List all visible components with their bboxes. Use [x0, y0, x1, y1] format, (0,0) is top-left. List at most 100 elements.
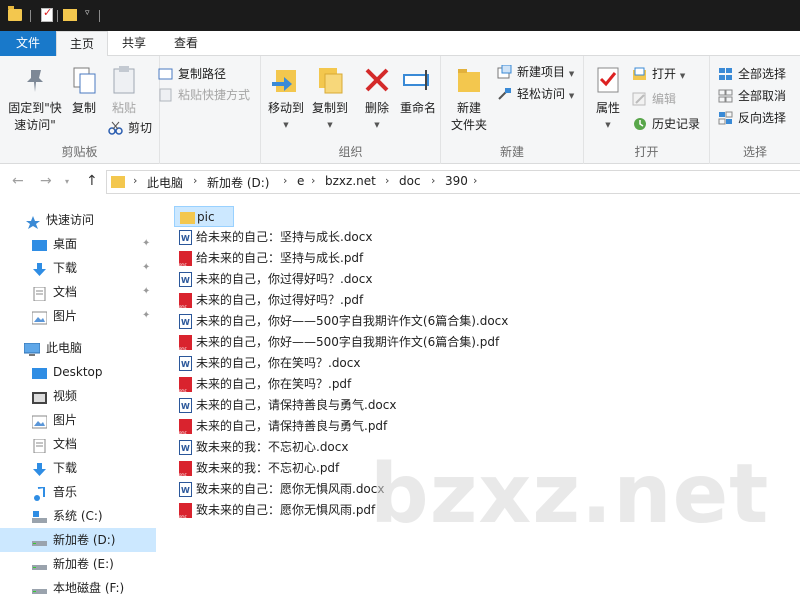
- select-all-icon: [718, 67, 733, 81]
- breadcrumb-separator-icon[interactable]: ›: [385, 174, 389, 187]
- pin-quick-access-button[interactable]: 固定到"快速访问": [4, 64, 66, 134]
- drive-icon: [32, 533, 47, 547]
- new-item-button[interactable]: 新建项目 ▼: [497, 62, 574, 82]
- nav-item-music[interactable]: 音乐: [0, 480, 156, 504]
- tab-home[interactable]: 主页: [56, 31, 108, 57]
- tab-file[interactable]: 文件: [0, 31, 56, 56]
- pin-icon: [19, 64, 51, 96]
- copy-to-label: 复制到: [311, 101, 348, 115]
- word-document-icon: [179, 480, 192, 501]
- toolbar-divider: [30, 10, 31, 22]
- copy-to-button[interactable]: 复制到 ▼: [309, 64, 351, 134]
- navigation-pane: 快速访问 桌面 ✦ 下载 ✦ 文档 ✦ 图片 ✦ 此电脑 Desktop 视频 …: [0, 200, 160, 600]
- open-group: 属性 ▼ 打开 ▼ 编辑 历史记录 打开: [584, 56, 710, 164]
- breadcrumb-separator-icon[interactable]: ›: [193, 174, 197, 187]
- breadcrumb-this-pc[interactable]: 此电脑: [147, 174, 183, 191]
- open-button[interactable]: 打开 ▼: [632, 64, 685, 84]
- back-arrow-icon[interactable]: ←: [12, 173, 24, 189]
- invert-selection-icon: [718, 111, 733, 125]
- easy-access-label: 轻松访问: [517, 87, 566, 101]
- pin-icon[interactable]: ✦: [142, 256, 150, 280]
- rename-button[interactable]: 重命名: [397, 64, 439, 117]
- up-arrow-icon[interactable]: ↑: [86, 173, 98, 189]
- cut-button[interactable]: 剪切: [108, 118, 152, 138]
- paste-button[interactable]: 粘贴: [106, 64, 142, 117]
- list-item[interactable]: pic: [174, 206, 234, 227]
- file-name: 未来的自己，你过得好吗？.docx: [196, 272, 373, 286]
- nav-item-drive-e[interactable]: 新加卷 (E:): [0, 552, 156, 576]
- nav-item-desktop-pc[interactable]: Desktop: [0, 360, 156, 384]
- file-name: 未来的自己，你好——500字自我期许作文(6篇合集).docx: [196, 314, 509, 328]
- new-item-label: 新建项目: [517, 65, 566, 79]
- nav-this-pc[interactable]: 此电脑: [0, 336, 156, 360]
- edit-button[interactable]: 编辑: [632, 89, 676, 109]
- nav-item-pictures-pc[interactable]: 图片: [0, 408, 156, 432]
- paste-shortcut-button[interactable]: 粘贴快捷方式: [158, 85, 250, 105]
- open-icon: [632, 67, 647, 81]
- copy-path-button[interactable]: 复制路径: [158, 64, 226, 84]
- new-folder-quick-access-icon[interactable]: [63, 9, 77, 21]
- nav-item-label: 系统 (C:): [53, 509, 103, 523]
- breadcrumb-separator-icon[interactable]: ›: [311, 174, 315, 187]
- copy-path-label: 复制路径: [178, 67, 227, 81]
- system-drive-icon: [32, 509, 47, 523]
- breadcrumb-separator-icon[interactable]: ›: [283, 174, 287, 187]
- history-button[interactable]: 历史记录: [632, 114, 700, 134]
- breadcrumb-bzxz[interactable]: bzxz.net: [325, 174, 376, 188]
- breadcrumb-separator-icon[interactable]: ›: [431, 174, 435, 187]
- properties-quick-access-icon[interactable]: [41, 6, 53, 22]
- copy-button[interactable]: 复制: [66, 64, 102, 117]
- nav-item-drive-f[interactable]: 本地磁盘 (F:): [0, 576, 156, 600]
- select-all-button[interactable]: 全部选择: [718, 64, 786, 84]
- nav-item-documents-pc[interactable]: 文档: [0, 432, 156, 456]
- customize-toolbar-chevron-icon[interactable]: ▿: [85, 8, 90, 24]
- open-label: 打开: [652, 67, 677, 81]
- ribbon-tabs: 文件 主页 共享 查看: [0, 31, 800, 57]
- pdf-icon: [179, 251, 192, 276]
- computer-icon: [23, 341, 41, 356]
- new-folder-button[interactable]: 新建 文件夹: [449, 64, 489, 134]
- invert-selection-button[interactable]: 反向选择: [718, 108, 786, 128]
- nav-item-downloads-pc[interactable]: 下载: [0, 456, 156, 480]
- tab-share[interactable]: 共享: [112, 31, 156, 56]
- nav-quick-access[interactable]: 快速访问: [0, 208, 156, 232]
- nav-item-videos[interactable]: 视频: [0, 384, 156, 408]
- select-none-button[interactable]: 全部取消: [718, 86, 786, 106]
- easy-access-button[interactable]: 轻松访问 ▼: [497, 84, 574, 104]
- rename-label: 重命名: [399, 101, 436, 115]
- delete-button[interactable]: 删除 ▼: [359, 64, 395, 134]
- tab-view[interactable]: 查看: [164, 31, 208, 56]
- invert-selection-label: 反向选择: [738, 111, 787, 125]
- nav-item-drive-c[interactable]: 系统 (C:): [0, 504, 156, 528]
- nav-item-pictures[interactable]: 图片 ✦: [0, 304, 156, 328]
- breadcrumb-e[interactable]: e: [297, 174, 304, 188]
- history-label: 历史记录: [652, 117, 701, 131]
- select-all-label: 全部选择: [738, 67, 787, 81]
- nav-item-documents[interactable]: 文档 ✦: [0, 280, 156, 304]
- breadcrumb-doc[interactable]: doc: [399, 174, 421, 188]
- pin-icon[interactable]: ✦: [142, 304, 150, 328]
- address-bar-row: ← → ▾ ↑ › 此电脑 › 新加卷 (D:) › e › bzxz.net …: [0, 164, 800, 200]
- forward-arrow-icon[interactable]: →: [40, 173, 52, 189]
- breadcrumb-separator-icon[interactable]: ›: [473, 174, 477, 187]
- pin-icon[interactable]: ✦: [142, 280, 150, 304]
- nav-item-drive-d[interactable]: 新加卷 (D:): [0, 528, 156, 552]
- new-group-label: 新建: [499, 145, 524, 159]
- pin-icon[interactable]: ✦: [142, 232, 150, 256]
- nav-item-downloads[interactable]: 下载 ✦: [0, 256, 156, 280]
- breadcrumb-separator-icon[interactable]: ›: [133, 174, 137, 187]
- word-document-icon: [179, 270, 192, 291]
- move-to-label: 移动到: [267, 101, 304, 115]
- file-name: 未来的自己，请保持善良与勇气.pdf: [196, 419, 388, 433]
- move-to-button[interactable]: 移动到 ▼: [265, 64, 307, 134]
- breadcrumb-390[interactable]: 390: [445, 174, 468, 188]
- nav-item-desktop[interactable]: 桌面 ✦: [0, 232, 156, 256]
- copy-label: 复制: [71, 101, 96, 115]
- copy-to-chevron-icon: ▼: [327, 121, 333, 129]
- breadcrumb-drive-d[interactable]: 新加卷 (D:): [207, 174, 269, 191]
- address-bar[interactable]: › 此电脑 › 新加卷 (D:) › e › bzxz.net › doc › …: [106, 170, 800, 194]
- recent-locations-chevron-icon[interactable]: ▾: [65, 177, 69, 186]
- properties-button[interactable]: 属性 ▼: [588, 64, 628, 134]
- new-group: 新建 文件夹 新建项目 ▼ 轻松访问 ▼ 新建: [441, 56, 584, 164]
- folder-icon: [8, 6, 22, 21]
